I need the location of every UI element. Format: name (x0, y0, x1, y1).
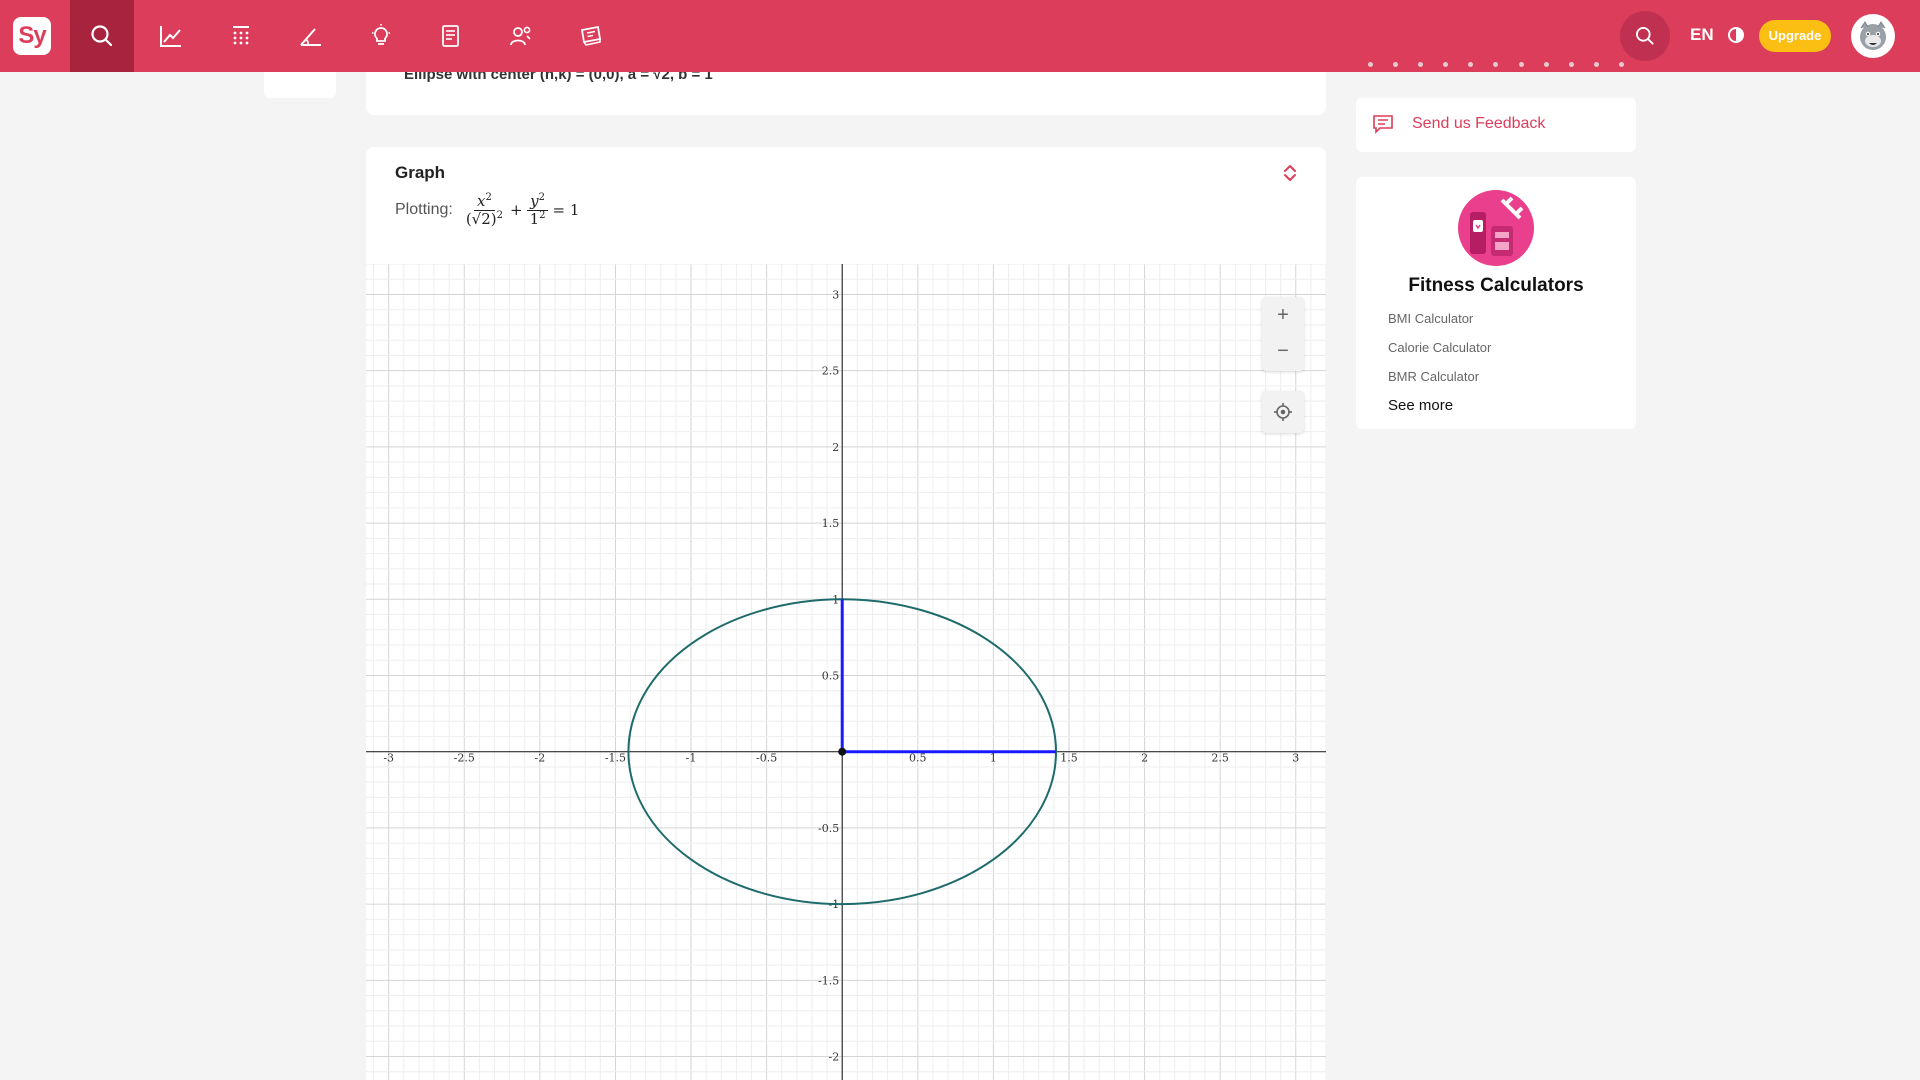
fitness-calculators-card: Fitness Calculators BMI Calculator Calor… (1356, 177, 1636, 429)
theme-toggle-icon[interactable] (1727, 26, 1745, 44)
nav-practice[interactable] (559, 0, 623, 72)
graph-title: Graph (395, 163, 446, 182)
search-icon (91, 25, 113, 47)
recenter-button[interactable] (1262, 391, 1304, 433)
y-tick-label: 0.5 (822, 670, 840, 683)
solution-card: Ellipse with center (h,k) = (0,0), a = √… (366, 72, 1326, 115)
feedback-label: Send us Feedback (1412, 115, 1546, 132)
rating-strip (1356, 62, 1636, 72)
calorie-calculator-link[interactable]: Calorie Calculator (1388, 340, 1491, 355)
graph-plot[interactable]: -3 -2.5 -2 -1.5 -1 -0.5 0.5 1 1.5 2 2.5 332.521.510… (366, 264, 1326, 1080)
zoom-in-button[interactable]: + (1262, 297, 1304, 333)
feedback-icon (1373, 115, 1393, 134)
fitness-icon (1458, 190, 1534, 266)
upgrade-button[interactable]: Upgrade (1759, 20, 1831, 52)
angle-icon (300, 28, 321, 46)
user-avatar[interactable] (1851, 14, 1895, 58)
ellipse-equation: x2 (√2)2 + y2 12 = 1 (463, 192, 580, 228)
language-selector[interactable]: EN (1690, 25, 1714, 45)
x-tick-label: 0.5 (909, 752, 927, 765)
y-tick-label: 3 (832, 288, 839, 301)
y-tick-label: -2 (829, 1051, 840, 1064)
crosshair-icon (1274, 403, 1292, 421)
avatar-icon (1860, 21, 1886, 50)
x-tick-label: 1.5 (1060, 752, 1078, 765)
practice-icon (580, 25, 602, 46)
see-more-link[interactable]: See more (1388, 397, 1453, 414)
x-tick-label: 2 (1141, 752, 1148, 765)
search-icon (1636, 27, 1654, 45)
plotting-equation: Plotting: x2 (√2)2 + y2 12 = 1 (395, 192, 580, 228)
x-tick-label: -2 (534, 752, 545, 765)
x-tick-label: -0.5 (756, 752, 777, 765)
y-term-fraction: y2 12 (527, 192, 549, 228)
nav-geometry[interactable] (279, 0, 343, 72)
global-search-button[interactable] (1620, 11, 1670, 61)
solution-text: Ellipse with center (h,k) = (0,0), a = √… (404, 72, 713, 83)
lightbulb-icon (372, 24, 390, 45)
y-tick-label: 2.5 (822, 365, 840, 378)
x-tick-label: 3 (1292, 752, 1299, 765)
nav-notebook[interactable] (419, 0, 483, 72)
x-tick-label: -2.5 (454, 752, 475, 765)
graph-icon (160, 26, 181, 47)
y-tick-label: 2 (832, 441, 839, 454)
side-toolbar (264, 72, 336, 98)
zoom-controls: + − (1262, 297, 1304, 371)
x-tick-label: -1.5 (605, 752, 626, 765)
fitness-title: Fitness Calculators (1408, 275, 1584, 296)
nav-graphing[interactable] (139, 0, 203, 72)
x-tick-label: 2.5 (1211, 752, 1229, 765)
center-point (838, 747, 847, 756)
zoom-out-button[interactable]: − (1262, 333, 1304, 369)
collapse-toggle-icon[interactable] (1279, 162, 1301, 184)
y-tick-label: 1.5 (822, 517, 840, 530)
nav-calculators[interactable] (209, 0, 273, 72)
y-tick-label: -1.5 (818, 974, 839, 987)
plotting-label: Plotting: (395, 201, 453, 219)
notebook-icon (442, 25, 459, 47)
x-term-fraction: x2 (√2)2 (465, 192, 503, 228)
users-icon (510, 26, 531, 46)
bmr-calculator-link[interactable]: BMR Calculator (1388, 369, 1479, 384)
y-tick-label: -0.5 (818, 822, 839, 835)
symbolab-logo[interactable]: Sy (13, 17, 51, 55)
nav-tutor[interactable] (349, 0, 413, 72)
graph-card: Graph Plotting: x2 (√2)2 + y2 12 = 1 -3 -… (366, 147, 1326, 1080)
feedback-button[interactable]: Send us Feedback (1356, 98, 1636, 152)
calculator-icon (233, 26, 249, 45)
nav-groups[interactable] (489, 0, 553, 72)
x-tick-label: -3 (383, 752, 394, 765)
x-tick-label: -1 (686, 752, 697, 765)
x-tick-label: 1 (990, 752, 997, 765)
nav-search[interactable] (70, 0, 134, 72)
bmi-calculator-link[interactable]: BMI Calculator (1388, 311, 1473, 326)
